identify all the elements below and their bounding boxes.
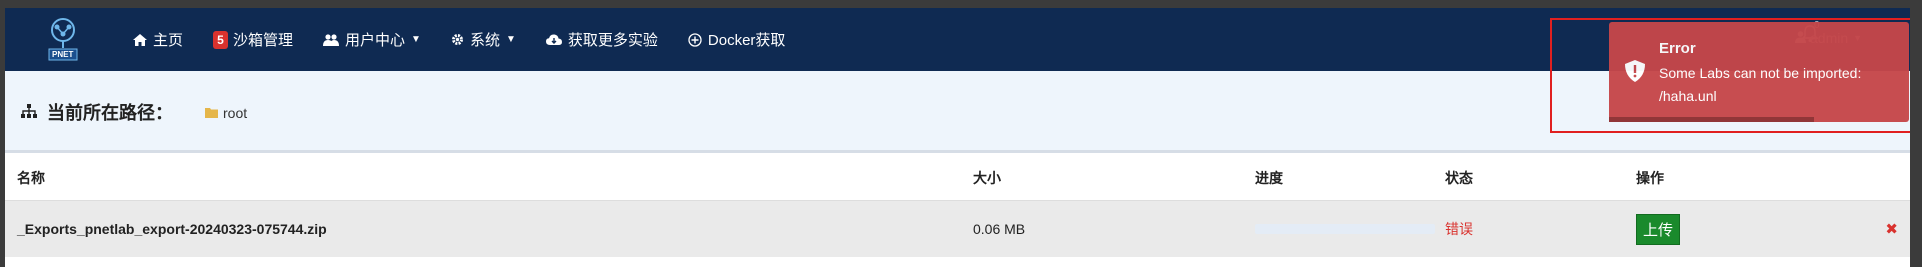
sandbox-badge-icon: 5 bbox=[213, 30, 229, 49]
path-label: 当前所在路径： bbox=[21, 99, 173, 125]
file-size: 0.06 MB bbox=[973, 221, 1026, 237]
file-name: _Exports_pnetlab_export-20240323-075744.… bbox=[17, 221, 327, 237]
nav-item-user-center[interactable]: 用户中心 ▼ bbox=[323, 29, 421, 50]
nav-item-label: Docker获取 bbox=[707, 32, 786, 49]
upload-cell: 上传 bbox=[1636, 201, 1681, 257]
nav-item-docker[interactable]: Docker获取 bbox=[688, 29, 786, 50]
pnet-logo[interactable]: PNET bbox=[45, 16, 81, 64]
window-frame: PNET 主页 5 沙箱管理 用户中心 ▼ 系统 ▼ 获取更多实验 Docker… bbox=[0, 0, 1922, 267]
path-folder-root[interactable]: root bbox=[205, 105, 247, 121]
cloud-download-icon bbox=[545, 33, 562, 46]
annotation-highlight-box bbox=[1550, 18, 1910, 133]
nav-item-label: 用户中心 bbox=[345, 32, 406, 49]
chevron-down-icon: ▼ bbox=[411, 34, 421, 45]
progress-track bbox=[1255, 224, 1435, 234]
header-action: 操作 bbox=[1636, 170, 1664, 186]
path-folder-label: root bbox=[223, 105, 248, 121]
users-icon bbox=[323, 33, 340, 46]
nav-item-more-labs[interactable]: 获取更多实验 bbox=[545, 29, 658, 50]
chevron-down-icon: ▼ bbox=[505, 34, 516, 45]
gear-icon bbox=[451, 33, 464, 46]
folder-icon bbox=[205, 105, 218, 121]
nav-item-label: 获取更多实验 bbox=[567, 32, 658, 49]
header-name: 名称 bbox=[17, 170, 45, 186]
table-row: _Exports_pnetlab_export-20240323-075744.… bbox=[5, 201, 1910, 257]
nav-item-sandbox[interactable]: 5 沙箱管理 bbox=[213, 29, 293, 50]
app-content: PNET 主页 5 沙箱管理 用户中心 ▼ 系统 ▼ 获取更多实验 Docker… bbox=[5, 8, 1910, 267]
delete-icon[interactable]: ✖ bbox=[1885, 201, 1898, 257]
home-icon bbox=[133, 33, 147, 46]
nav-menu: 主页 5 沙箱管理 用户中心 ▼ 系统 ▼ 获取更多实验 Docker获取 bbox=[133, 8, 815, 71]
nav-item-home[interactable]: 主页 bbox=[133, 29, 183, 50]
upload-button[interactable]: 上传 bbox=[1636, 213, 1681, 245]
logo-text: PNET bbox=[52, 50, 74, 59]
sitemap-icon bbox=[21, 102, 37, 123]
status-text: 错误 bbox=[1445, 221, 1473, 237]
table-header: 名称 大小 进度 状态 操作 bbox=[5, 156, 1910, 201]
nav-item-label: 系统 bbox=[469, 32, 500, 49]
header-progress: 进度 bbox=[1255, 170, 1283, 186]
nav-item-system[interactable]: 系统 ▼ bbox=[451, 29, 516, 50]
nav-item-label: 沙箱管理 bbox=[233, 32, 294, 49]
plus-circle-icon bbox=[688, 32, 702, 47]
path-label-text: 当前所在路径： bbox=[47, 103, 173, 123]
header-status: 状态 bbox=[1445, 170, 1473, 186]
header-size: 大小 bbox=[973, 170, 1001, 186]
nav-item-label: 主页 bbox=[153, 32, 184, 49]
progress-bar bbox=[1255, 201, 1435, 257]
